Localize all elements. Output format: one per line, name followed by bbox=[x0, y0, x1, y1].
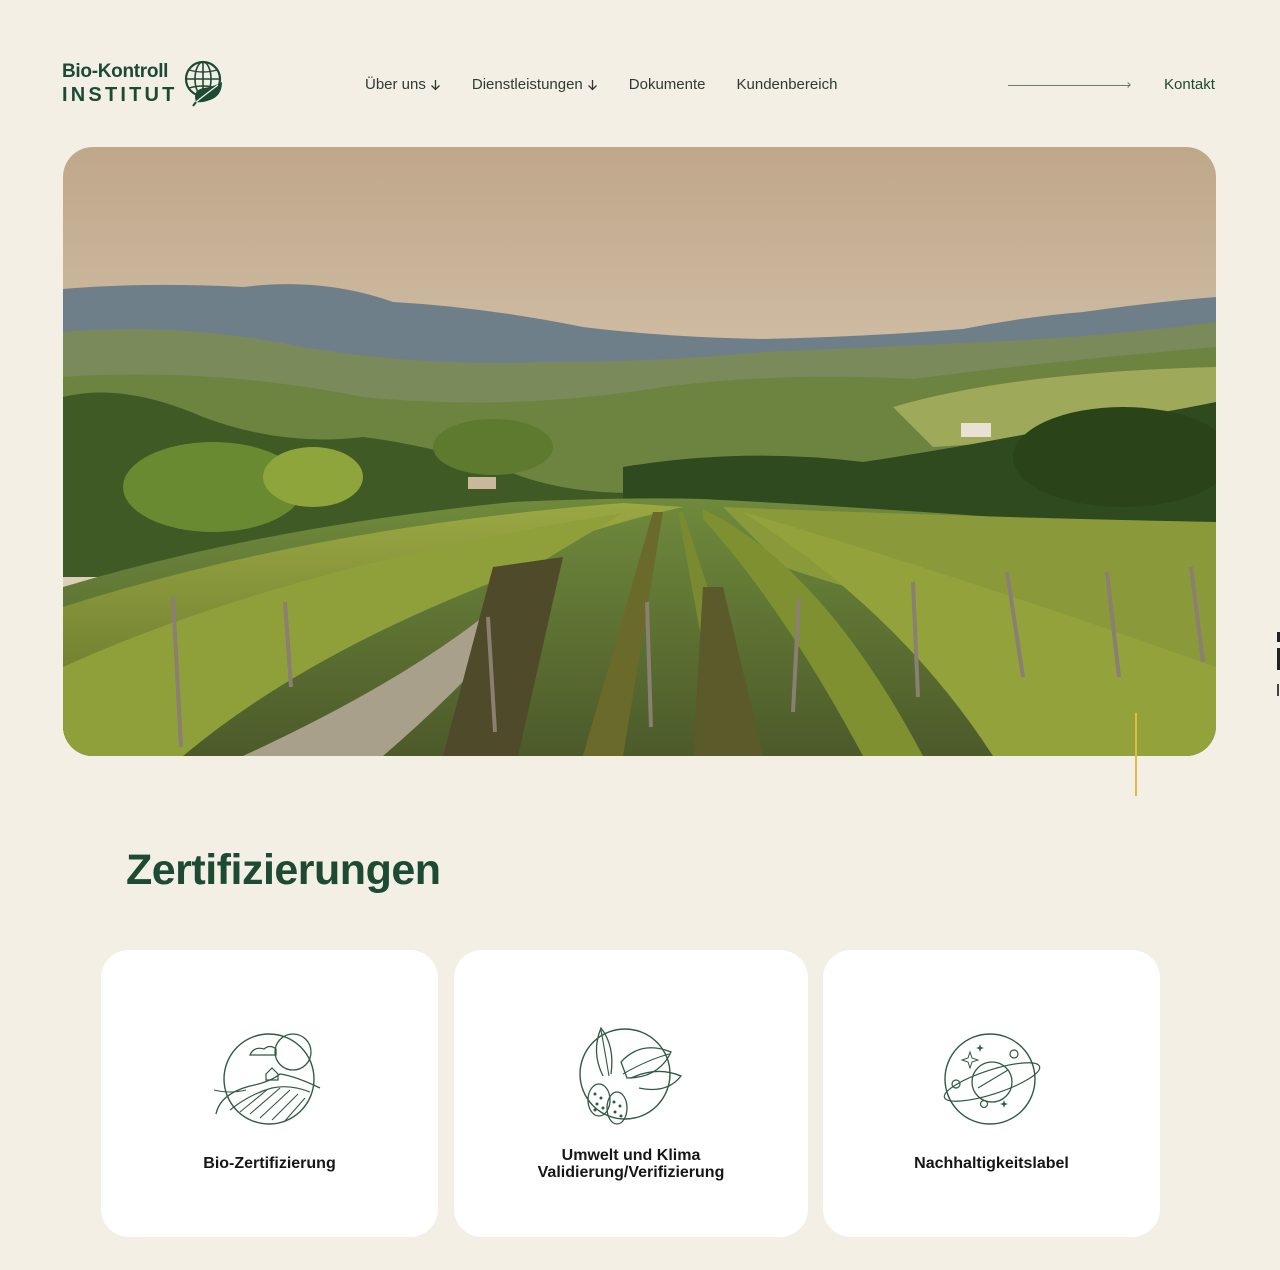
brand-name-line1: Bio-Kontroll bbox=[62, 61, 169, 82]
card-label-line: Validierung/Verifizierung bbox=[537, 1164, 725, 1181]
card-label-line: Bio-Zertifizierung bbox=[203, 1155, 336, 1172]
nav-item-label: Dokumente bbox=[628, 76, 706, 93]
nav-item-dokumente[interactable]: Dokumente bbox=[629, 76, 706, 93]
globe-leaf-icon bbox=[184, 60, 222, 107]
arrow-down-icon bbox=[587, 79, 597, 90]
contact-link[interactable]: Kontakt bbox=[1164, 76, 1215, 93]
decorative-arrow-line bbox=[1008, 85, 1130, 86]
planet-orbit-icon bbox=[943, 1033, 1040, 1125]
card-umwelt-klima[interactable]: Umwelt und Klima Validierung/Verifizieru… bbox=[454, 950, 808, 1237]
nav-item-label: Dienstleistungen bbox=[471, 76, 583, 93]
arrow-down-icon bbox=[430, 79, 440, 90]
card-label: Bio-Zertifizierung bbox=[101, 1155, 438, 1172]
card-label: Nachhaltigkeitslabel bbox=[823, 1155, 1160, 1172]
card-bio-zertifizierung[interactable]: Bio-Zertifizierung bbox=[101, 950, 438, 1237]
nav-item-dienstleistungen[interactable]: Dienstleistungen bbox=[472, 76, 598, 93]
nav-item-ueber-uns[interactable]: Über uns bbox=[365, 76, 441, 93]
hero-image bbox=[63, 147, 1216, 756]
nav-item-label: Über uns bbox=[365, 76, 426, 93]
card-nachhaltigkeitslabel[interactable]: Nachhaltigkeitslabel bbox=[823, 950, 1160, 1237]
nav-item-kundenbereich[interactable]: Kundenbereich bbox=[737, 76, 838, 93]
card-label-line: Umwelt und Klima bbox=[561, 1147, 701, 1164]
main-nav: Über uns Dienstleistungen Dokumente Kund… bbox=[365, 76, 837, 93]
accent-divider bbox=[1135, 713, 1137, 796]
nav-item-label: Kundenbereich bbox=[736, 76, 838, 93]
card-label: Umwelt und Klima Validierung/Verifizieru… bbox=[454, 1147, 808, 1181]
brand-logo[interactable]: Bio-Kontroll INSTITUT bbox=[62, 58, 232, 110]
brand-name-line2: INSTITUT bbox=[62, 84, 178, 106]
section-title: Zertifizierungen bbox=[126, 846, 441, 894]
leaves-seeds-icon bbox=[579, 1026, 683, 1125]
farm-landscape-icon bbox=[213, 1033, 320, 1125]
card-label-line: Nachhaltigkeitslabel bbox=[914, 1155, 1069, 1172]
